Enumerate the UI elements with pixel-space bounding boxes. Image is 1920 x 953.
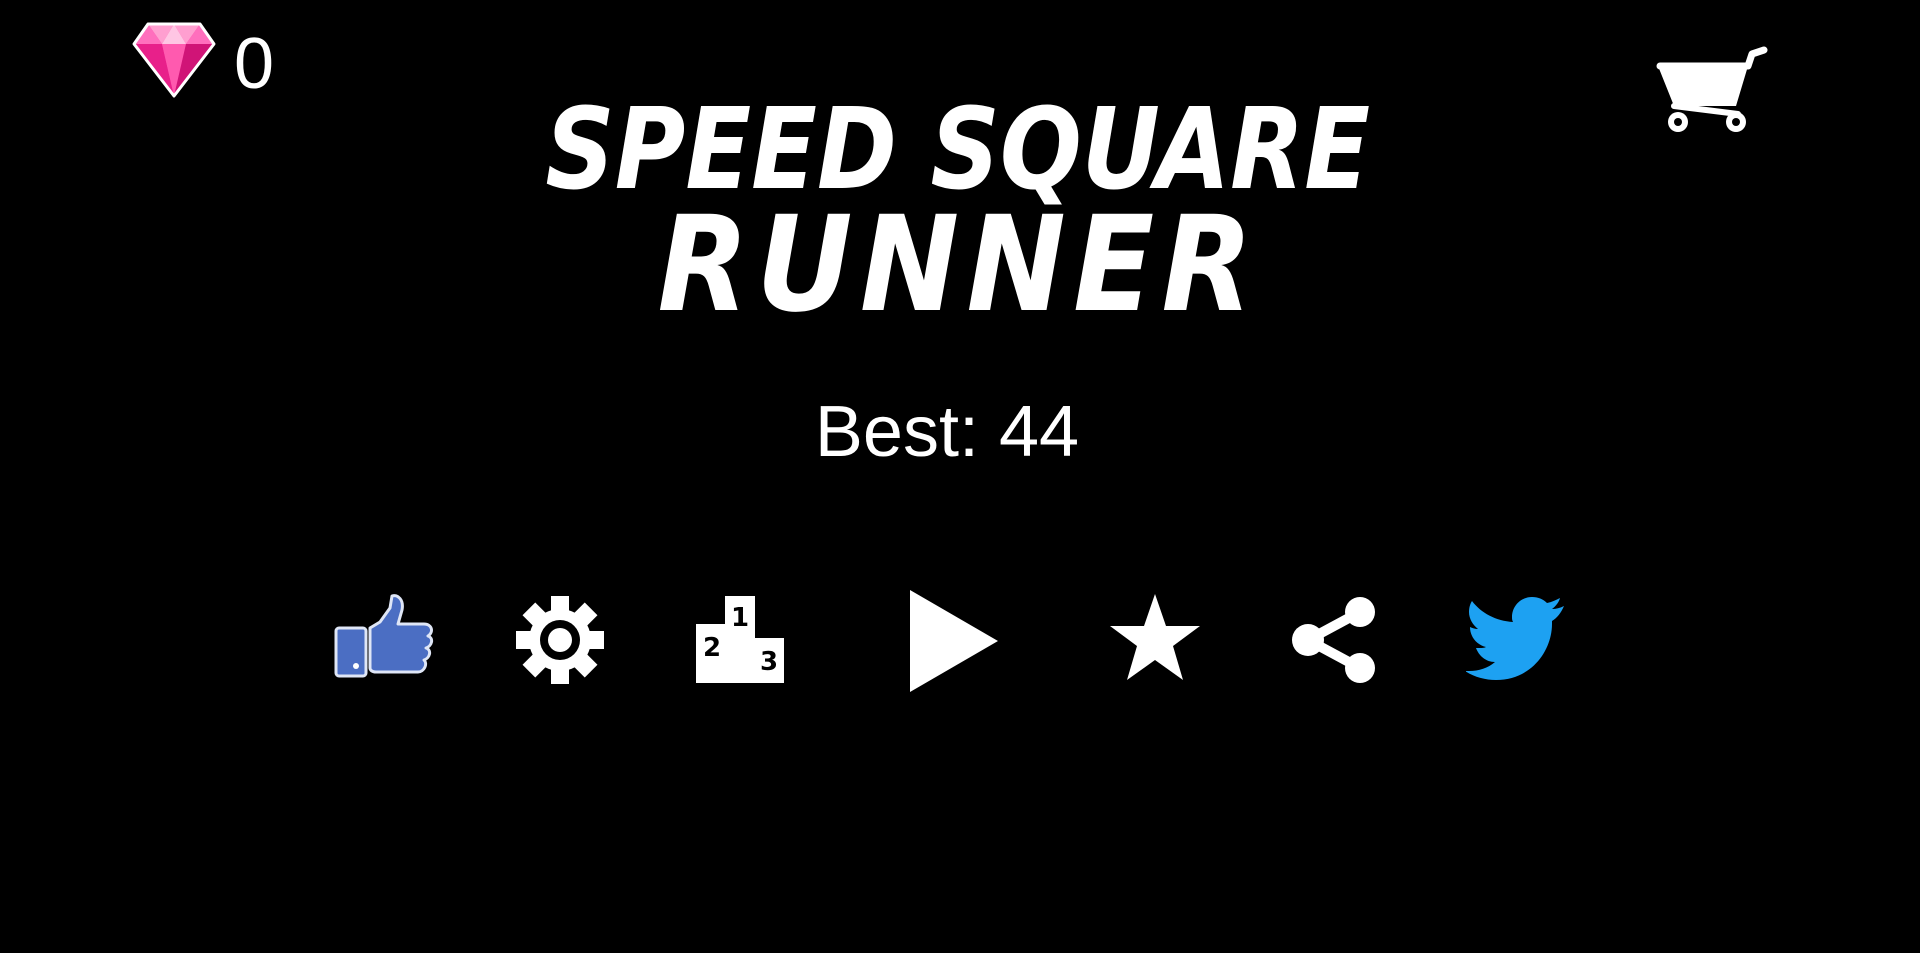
- rate-button[interactable]: [1108, 592, 1202, 682]
- settings-button[interactable]: [515, 595, 605, 685]
- game-title-line-2: RUNNER: [657, 188, 1261, 342]
- share-icon: [1292, 597, 1375, 683]
- play-button[interactable]: [908, 588, 1000, 694]
- share-button[interactable]: [1290, 596, 1378, 684]
- play-icon: [910, 590, 998, 692]
- podium-label-3: 3: [760, 647, 778, 677]
- twitter-button[interactable]: [1466, 596, 1566, 680]
- gear-icon: [516, 596, 604, 684]
- podium-icon: 1 2 3: [696, 596, 784, 683]
- best-score: Best: 44: [814, 392, 1080, 472]
- twitter-bird-icon: [1466, 597, 1564, 680]
- podium-label-1: 1: [731, 603, 749, 633]
- star-icon: [1110, 594, 1200, 680]
- leaderboard-button[interactable]: 1 2 3: [696, 596, 784, 683]
- thumbs-up-icon: [334, 594, 434, 678]
- like-button[interactable]: [334, 592, 436, 678]
- podium-label-2: 2: [703, 633, 721, 663]
